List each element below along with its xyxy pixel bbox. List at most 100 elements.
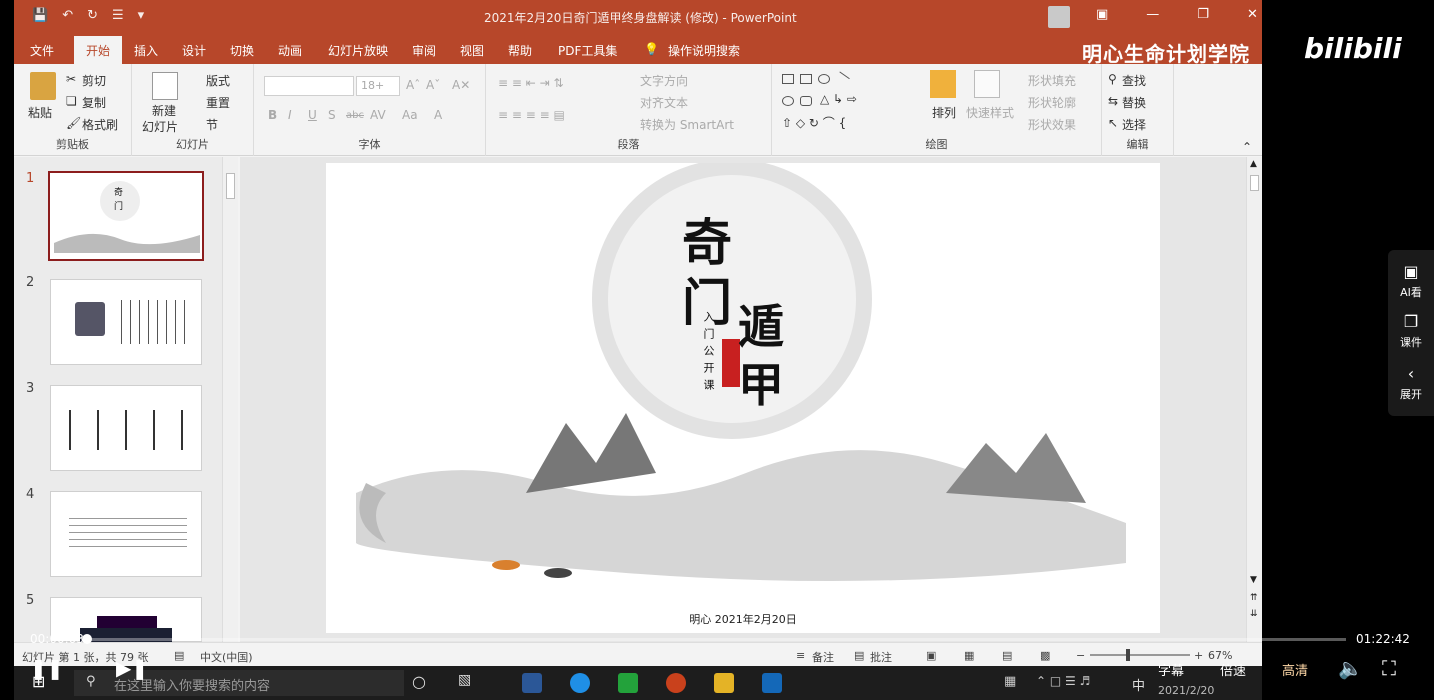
bullets-icon[interactable]: ≡ ≡ ⇤ ⇥ ⇅ (498, 76, 564, 90)
powerpoint-icon[interactable] (666, 673, 686, 693)
copy-button[interactable]: 复制 (82, 94, 106, 111)
chevron-down-icon[interactable]: ▾ (138, 8, 145, 23)
select-button[interactable]: 选择 (1122, 116, 1146, 133)
speed-button[interactable]: 倍速 (1220, 660, 1246, 679)
thumbnail-slide-3[interactable] (50, 385, 202, 471)
undo-icon[interactable]: ↶ (62, 8, 73, 23)
mail-icon[interactable] (522, 673, 542, 693)
copy-icon[interactable]: ❏ (66, 94, 77, 108)
shape-textbox-icon[interactable] (800, 74, 812, 84)
new-slide-button-line2[interactable]: 幻灯片 (142, 118, 178, 135)
italic-button[interactable]: I (288, 108, 292, 122)
tab-animations[interactable]: 动画 (278, 42, 302, 59)
tell-me-search[interactable]: 操作说明搜索 (668, 42, 740, 59)
format-painter-button[interactable]: 格式刷 (82, 116, 118, 133)
tab-home[interactable]: 开始 (74, 36, 123, 64)
search-icon[interactable]: ⚲ (1108, 72, 1117, 86)
thumbnail-slide-2[interactable] (50, 279, 202, 365)
strikethrough-button[interactable]: abc (346, 110, 364, 121)
tab-transitions[interactable]: 切换 (230, 42, 254, 59)
sorter-view-icon[interactable]: ▦ (964, 649, 974, 662)
spellcheck-icon[interactable]: ▤ (174, 649, 184, 662)
normal-view-icon[interactable]: ▣ (926, 649, 936, 662)
shape-rounded-rect-icon[interactable] (800, 96, 812, 106)
paste-button[interactable]: 粘贴 (28, 104, 52, 121)
tab-review[interactable]: 审阅 (412, 42, 436, 59)
paste-icon[interactable] (30, 72, 56, 100)
zoom-slider-thumb[interactable] (1126, 649, 1130, 661)
minimize-icon[interactable]: — (1146, 7, 1159, 22)
clear-format-icon[interactable]: A✕ (452, 78, 470, 92)
text-direction-button[interactable]: 文字方向 (640, 72, 688, 89)
wechat-icon[interactable] (618, 673, 638, 693)
shape-effects-button[interactable]: 形状效果 (1028, 116, 1076, 133)
reading-view-icon[interactable]: ▤ (1002, 649, 1012, 662)
fullscreen-icon[interactable]: ⛶ (1382, 656, 1396, 680)
notes-icon[interactable]: ≡ (796, 649, 805, 662)
ime-indicator[interactable]: 中 (1132, 675, 1145, 694)
file-explorer-icon[interactable] (714, 673, 734, 693)
tray-icons[interactable]: ⌃ □ ☰ ♬ (1036, 674, 1090, 688)
tab-slideshow[interactable]: 幻灯片放映 (328, 42, 388, 59)
new-slide-button[interactable]: 新建 (152, 102, 176, 119)
quality-button[interactable]: 高清 (1282, 660, 1308, 679)
shape-rect-icon[interactable] (782, 74, 794, 84)
comments-button[interactable]: 批注 (870, 649, 892, 665)
tab-file[interactable]: 文件 (30, 42, 54, 59)
arrange-icon[interactable] (930, 70, 956, 98)
increase-font-icon[interactable]: Aˆ (406, 78, 420, 92)
taskbar-date[interactable]: 2021/2/20 (1158, 684, 1214, 697)
save-icon[interactable]: 💾 (32, 8, 48, 23)
char-spacing-button[interactable]: AV (370, 108, 386, 122)
shape-fill-button[interactable]: 形状填充 (1028, 72, 1076, 89)
shape-circle-icon[interactable] (782, 96, 794, 106)
shape-line-icon[interactable] (834, 71, 850, 87)
align-icons[interactable]: ≡ ≡ ≡ ≡ ▤ (498, 108, 565, 122)
layout-button[interactable]: 版式 (206, 72, 230, 89)
thumbnail-slide-4[interactable] (50, 491, 202, 577)
subtitle-button[interactable]: 字幕 (1158, 660, 1184, 679)
language-indicator[interactable]: 中文(中国) (200, 649, 253, 665)
new-slide-icon[interactable] (152, 72, 178, 100)
scroll-up-icon[interactable]: ▲ (1250, 159, 1257, 169)
keyboard-icon[interactable]: ▦ (1004, 674, 1016, 689)
font-color-button[interactable]: A (434, 108, 442, 122)
editor-scrollbar[interactable]: ▲ ▼ ⇈ ⇊ (1246, 157, 1262, 642)
change-case-button[interactable]: Aa (402, 108, 418, 122)
slide-canvas[interactable]: 奇 门 遁 甲 入门公开课 明心 2021年2月20日 (326, 163, 1160, 633)
customize-icon[interactable]: ☰ (112, 8, 124, 23)
shape-arrow-icon[interactable]: △ ↳ ⇨ (820, 92, 857, 106)
zoom-out-icon[interactable]: − (1076, 649, 1085, 662)
scroll-thumb[interactable] (1250, 175, 1259, 191)
shadow-button[interactable]: S (328, 108, 336, 122)
align-text-button[interactable]: 对齐文本 (640, 94, 688, 111)
tab-pdf-tools[interactable]: PDF工具集 (558, 42, 617, 59)
font-size-combo[interactable]: 18+ (356, 76, 400, 96)
next-episode-icon[interactable]: ▶❚ (116, 656, 148, 680)
task-view-icon[interactable]: ▧ (458, 672, 471, 688)
scroll-down-icon[interactable]: ▼ (1250, 575, 1257, 585)
progress-bar[interactable] (81, 634, 1346, 644)
user-avatar[interactable] (1048, 6, 1070, 28)
courseware-button[interactable]: ❐ 课件 (1388, 312, 1434, 350)
expand-button[interactable]: ‹ 展开 (1388, 364, 1434, 402)
reset-button[interactable]: 重置 (206, 94, 230, 111)
thumbnail-slide-1[interactable]: 奇 门 (48, 171, 204, 261)
cortana-icon[interactable]: ○ (412, 672, 426, 691)
font-name-combo[interactable] (264, 76, 354, 96)
shape-outline-button[interactable]: 形状轮廓 (1028, 94, 1076, 111)
shape-misc-icon[interactable]: ⇧ ◇ ↻ ⌒ { (782, 114, 846, 131)
comments-icon[interactable]: ▤ (854, 649, 864, 662)
ai-watch-button[interactable]: ▣ AI看 (1388, 262, 1434, 300)
progress-knob[interactable] (81, 634, 92, 644)
convert-smartart-button[interactable]: 转换为 SmartArt (640, 116, 734, 133)
quick-styles-button[interactable]: 快速样式 (966, 104, 1014, 121)
edge-icon[interactable] (570, 673, 590, 693)
decrease-font-icon[interactable]: Aˇ (426, 78, 440, 92)
find-button[interactable]: 查找 (1122, 72, 1146, 89)
quick-styles-icon[interactable] (974, 70, 1000, 98)
tab-help[interactable]: 帮助 (508, 42, 532, 59)
collapse-ribbon-icon[interactable]: ⌃ (1242, 140, 1252, 154)
restore-icon[interactable]: ❐ (1197, 7, 1209, 22)
zoom-slider[interactable] (1090, 649, 1190, 661)
